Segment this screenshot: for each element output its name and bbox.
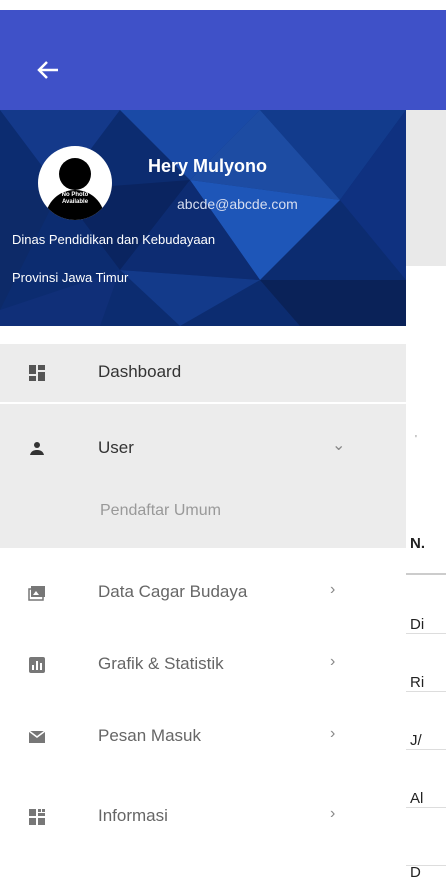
- sidebar-item-label: Pesan Masuk: [98, 726, 201, 745]
- chevron-right-icon: ›: [330, 581, 336, 598]
- person-icon: [30, 442, 44, 455]
- sidebar-item-label: User: [98, 438, 134, 457]
- dashboard-icon: [29, 365, 45, 381]
- table-cell: J/: [410, 732, 422, 749]
- submenu-item-label: Pendaftar Umum: [100, 502, 221, 519]
- sidebar-item-data-cagar-budaya[interactable]: Data Cagar Budaya ›: [0, 564, 406, 622]
- content-header: [406, 110, 446, 266]
- chevron-right-icon: ›: [330, 653, 336, 670]
- avatar-text-line2: Available: [61, 199, 89, 205]
- sidebar-item-label: Dashboard: [98, 362, 182, 381]
- info-grid-icon: [29, 809, 45, 825]
- sidebar-item-label: Grafik & Statistik: [98, 654, 224, 673]
- table-cell: Al: [410, 790, 424, 807]
- app-bar: [0, 10, 446, 110]
- profile-org-line1: Dinas Pendidikan dan Kebudayaan: [12, 232, 216, 247]
- sidebar-item-informasi[interactable]: Informasi ›: [0, 788, 406, 846]
- profile-email: abcde@abcde.com: [177, 196, 298, 212]
- table-header-cell: N.: [410, 535, 425, 552]
- table-row[interactable]: [406, 807, 446, 866]
- bar-chart-icon: [29, 657, 45, 673]
- table-cell: Ri: [410, 674, 425, 691]
- sidebar-item-label: Informasi: [98, 806, 168, 825]
- back-button[interactable]: [30, 52, 66, 88]
- sidebar-item-user[interactable]: User ⌄: [0, 420, 406, 478]
- photo-library-icon: [28, 586, 45, 601]
- mail-icon: [28, 730, 46, 743]
- sidebar-item-dashboard[interactable]: Dashboard: [0, 344, 406, 402]
- sidebar-item-pesan-masuk[interactable]: Pesan Masuk ›: [0, 708, 406, 766]
- sidebar-item-grafik-statistik[interactable]: Grafik & Statistik ›: [0, 636, 406, 694]
- avatar: No Photo Available: [38, 146, 112, 220]
- chevron-right-icon: ›: [330, 805, 336, 822]
- table-cell: Di: [410, 616, 425, 633]
- chevron-down-icon: ⌄: [332, 437, 346, 454]
- chevron-right-icon: ›: [330, 725, 336, 742]
- submenu-item-pendaftar-umum[interactable]: Pendaftar Umum: [0, 488, 406, 540]
- avatar-text-line1: No Photo: [61, 192, 89, 198]
- table-cell: D: [410, 864, 421, 881]
- arrow-left-icon: [37, 61, 58, 79]
- sidebar-item-label: Data Cagar Budaya: [98, 582, 248, 601]
- no-photo-icon: [44, 158, 106, 220]
- profile-name: Hery Mulyono: [148, 156, 268, 176]
- profile-org-line2: Provinsi Jawa Timur: [12, 270, 129, 285]
